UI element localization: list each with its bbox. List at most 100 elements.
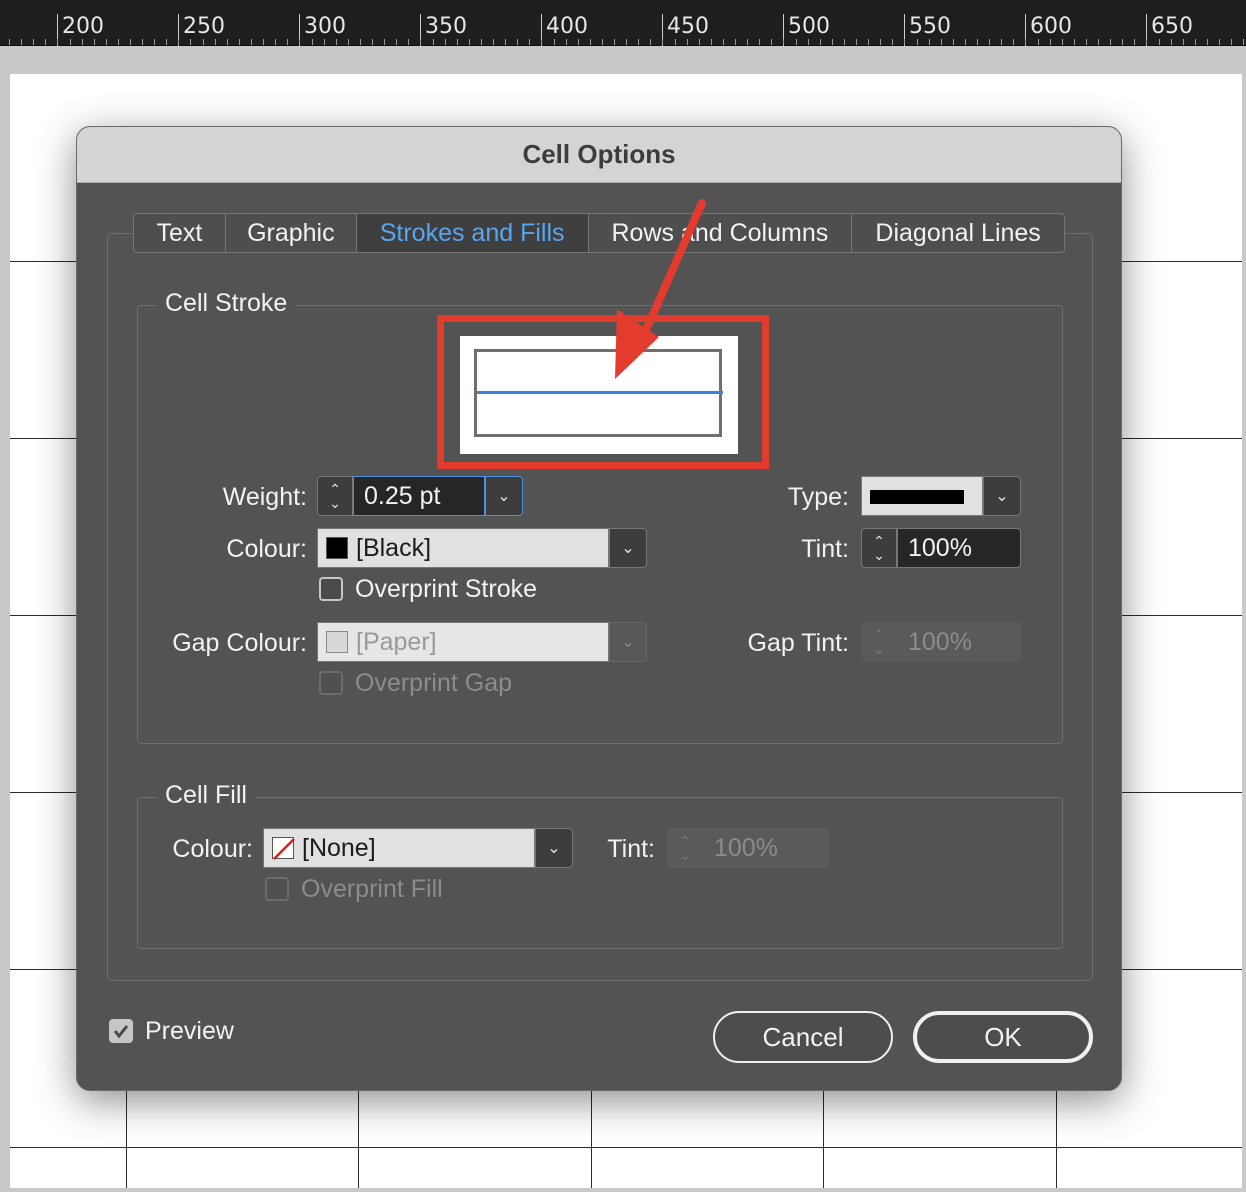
ruler-minor-tick <box>178 39 179 45</box>
cancel-button[interactable]: Cancel <box>713 1011 893 1063</box>
tab-text[interactable]: Text <box>134 214 226 252</box>
overprint-fill-label: Overprint Fill <box>301 875 443 903</box>
ruler-minor-tick <box>215 39 216 45</box>
tint-stepper[interactable]: ⌃ ⌄ <box>861 528 897 568</box>
ruler-minor-tick <box>1183 39 1184 45</box>
tab-diagonal-lines[interactable]: Diagonal Lines <box>852 214 1064 252</box>
ruler-minor-tick <box>965 39 966 45</box>
cell-options-dialog: Cell Options Text Graphic Strokes and Fi… <box>76 126 1122 1091</box>
overprint-stroke-checkbox[interactable] <box>319 577 343 601</box>
none-swatch-icon <box>272 837 295 860</box>
fill-tint-stepper[interactable]: ⌃ ⌄ <box>667 828 703 868</box>
ruler-minor-tick <box>1110 39 1111 45</box>
ruler-minor-tick <box>457 39 458 45</box>
table-column-line <box>126 1074 127 1188</box>
stepper-down-icon[interactable]: ⌄ <box>329 496 341 510</box>
ruler-label: 450 <box>667 14 709 39</box>
fill-colour-select[interactable]: [None] <box>263 828 535 868</box>
ruler-minor-tick <box>469 39 470 45</box>
ruler-minor-tick <box>263 39 264 45</box>
ruler-minor-tick <box>1231 39 1232 45</box>
ruler-minor-tick <box>953 39 954 45</box>
ruler-minor-tick <box>481 39 482 45</box>
ruler-minor-tick <box>989 39 990 45</box>
stepper-down-icon[interactable]: ⌄ <box>873 642 885 656</box>
ruler-minor-tick <box>856 39 857 45</box>
ruler-minor-tick <box>360 39 361 45</box>
type-label: Type: <box>787 483 849 511</box>
stroke-colour-value: [Black] <box>356 534 432 562</box>
ruler-minor-tick <box>57 39 58 45</box>
preview-checkbox[interactable] <box>109 1019 133 1043</box>
ruler-minor-tick <box>396 39 397 45</box>
ruler-minor-tick <box>1243 39 1244 45</box>
chevron-down-icon: ⌄ <box>547 840 561 857</box>
weight-label: Weight: <box>222 483 307 511</box>
stepper-up-icon[interactable]: ⌃ <box>873 534 885 548</box>
ruler-minor-tick <box>1146 39 1147 45</box>
tab-graphic[interactable]: Graphic <box>226 214 357 252</box>
ruler-minor-tick <box>336 39 337 45</box>
ruler-label: 650 <box>1151 14 1193 39</box>
stroke-colour-label: Colour: <box>226 535 307 563</box>
gap-tint-input[interactable]: 100% <box>897 622 1021 662</box>
ruler-minor-tick <box>130 39 131 45</box>
ok-button[interactable]: OK <box>913 1011 1093 1063</box>
horizontal-ruler: 200 250 300 350 400 450 500 550 600 650 <box>0 0 1246 46</box>
table-column-line <box>823 1074 824 1188</box>
ruler-minor-tick <box>372 39 373 45</box>
checkmark-icon <box>113 1025 129 1039</box>
gap-colour-dropdown-button[interactable]: ⌄ <box>609 622 647 662</box>
ruler-minor-tick <box>203 39 204 45</box>
ruler-minor-tick <box>1050 39 1051 45</box>
weight-input[interactable]: 0.25 pt <box>353 476 485 516</box>
ruler-minor-tick <box>1207 39 1208 45</box>
weight-stepper[interactable]: ⌃ ⌄ <box>317 476 353 516</box>
stepper-down-icon[interactable]: ⌄ <box>679 848 691 862</box>
ruler-minor-tick <box>541 39 542 45</box>
dialog-titlebar[interactable]: Cell Options <box>77 127 1121 183</box>
stroke-colour-select[interactable]: [Black] <box>317 528 609 568</box>
table-column-line <box>591 1074 592 1188</box>
overprint-gap-checkbox[interactable] <box>319 671 343 695</box>
stepper-up-icon[interactable]: ⌃ <box>873 628 885 642</box>
table-column-line <box>1056 1074 1057 1188</box>
ruler-minor-tick <box>106 39 107 45</box>
ruler-minor-tick <box>1134 39 1135 45</box>
stroke-type-select[interactable] <box>861 476 983 516</box>
ruler-minor-tick <box>783 39 784 45</box>
stepper-down-icon[interactable]: ⌄ <box>873 548 885 562</box>
preview-label: Preview <box>145 1017 234 1045</box>
ruler-minor-tick <box>1195 39 1196 45</box>
cell-stroke-group-label: Cell Stroke <box>157 289 296 318</box>
fill-colour-dropdown-button[interactable]: ⌄ <box>535 828 573 868</box>
tint-input[interactable]: 100% <box>897 528 1021 568</box>
chevron-down-icon: ⌄ <box>995 488 1009 505</box>
fill-tint-input[interactable]: 100% <box>703 828 829 868</box>
ruler-minor-tick <box>45 39 46 45</box>
overprint-fill-checkbox[interactable] <box>265 877 289 901</box>
ruler-minor-tick <box>239 39 240 45</box>
ruler-minor-tick <box>408 39 409 45</box>
ruler-minor-tick <box>94 39 95 45</box>
gap-colour-label: Gap Colour: <box>172 629 307 657</box>
chevron-down-icon: ⌄ <box>621 540 635 557</box>
stepper-up-icon[interactable]: ⌃ <box>679 834 691 848</box>
ruler-minor-tick <box>844 39 845 45</box>
ruler-minor-tick <box>70 39 71 45</box>
stroke-colour-dropdown-button[interactable]: ⌄ <box>609 528 647 568</box>
tab-strokes-and-fills[interactable]: Strokes and Fills <box>356 214 589 252</box>
ruler-minor-tick <box>929 39 930 45</box>
type-dropdown-button[interactable]: ⌄ <box>983 476 1021 516</box>
overprint-stroke-label: Overprint Stroke <box>355 575 538 603</box>
gap-colour-select[interactable]: [Paper] <box>317 622 609 662</box>
ruler-minor-tick <box>227 39 228 45</box>
ruler-minor-tick <box>1159 39 1160 45</box>
gap-tint-label: Gap Tint: <box>747 629 849 657</box>
ruler-minor-tick <box>9 39 10 45</box>
stepper-up-icon[interactable]: ⌃ <box>329 482 341 496</box>
weight-dropdown-button[interactable]: ⌄ <box>485 476 523 516</box>
ruler-minor-tick <box>650 39 651 45</box>
ruler-minor-tick <box>892 39 893 45</box>
gap-tint-stepper[interactable]: ⌃ ⌄ <box>861 622 897 662</box>
